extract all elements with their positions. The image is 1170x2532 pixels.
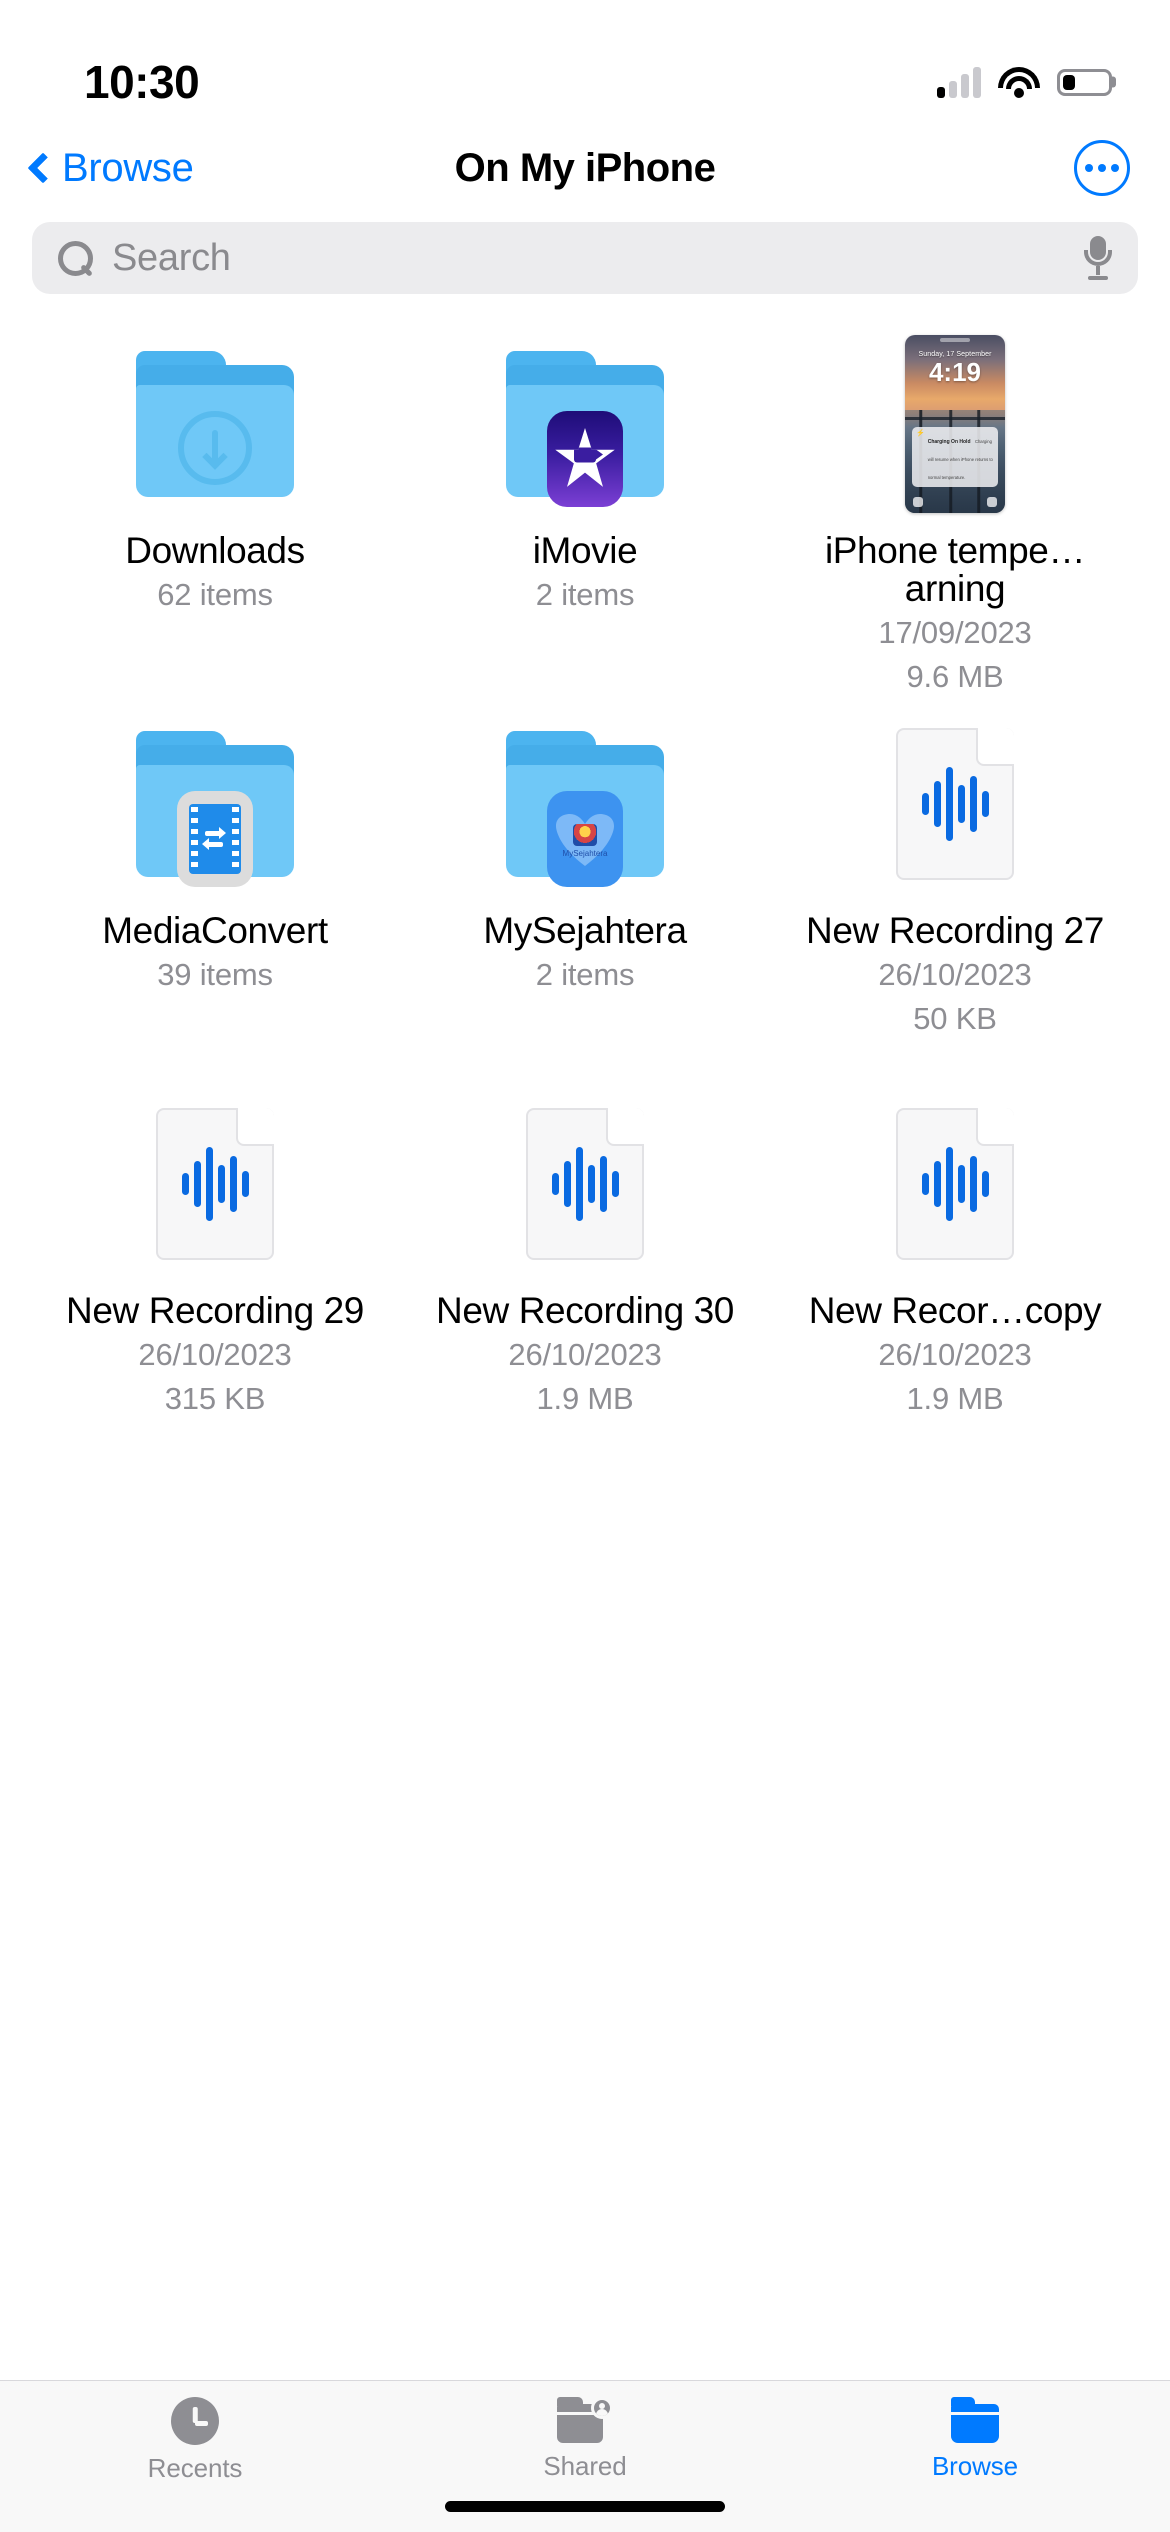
tab-recents[interactable]: Recents	[0, 2397, 390, 2484]
ellipsis-dot	[1085, 164, 1093, 172]
search-bar-container: Search	[0, 216, 1170, 294]
grid-item-filesize: 315 KB	[164, 1380, 266, 1416]
flashlight-icon	[913, 497, 923, 507]
grid-item-name: New Recording 29	[66, 1290, 364, 1331]
tab-shared[interactable]: Shared	[390, 2397, 780, 2482]
grid-item-subtitle: 39 items	[157, 957, 273, 993]
page-fold-corner	[606, 1108, 644, 1146]
tab-label: Recents	[147, 2453, 243, 2483]
grid-item-subtitle: 26/10/2023	[878, 1337, 1032, 1373]
battery-icon	[1057, 68, 1112, 96]
microphone-icon[interactable]	[1084, 236, 1112, 280]
grid-item-filesize: 50 KB	[913, 1000, 997, 1036]
grid-item-new-recording-27[interactable]: New Recording 27 26/10/2023 50 KB	[770, 714, 1140, 1094]
navigation-bar: Browse On My iPhone	[0, 120, 1170, 216]
status-bar-time: 10:30	[84, 56, 200, 108]
page-fold-corner	[236, 1108, 274, 1146]
grid-item-subtitle: 26/10/2023	[508, 1337, 662, 1373]
back-button-label: Browse	[62, 145, 194, 190]
search-icon	[58, 241, 93, 276]
ellipsis-dot	[1111, 164, 1119, 172]
back-button[interactable]: Browse	[24, 146, 194, 191]
cellular-signal-icon	[937, 66, 981, 98]
grid-item-downloads[interactable]: Downloads 62 items	[30, 334, 400, 714]
grid-item-name: New Recording 30	[436, 1290, 734, 1331]
grid-item-subtitle: 17/09/2023	[878, 615, 1032, 651]
malaysia-emblem-icon	[573, 824, 597, 846]
folder-mediaconvert-icon	[30, 714, 400, 894]
search-input[interactable]: Search	[32, 222, 1138, 294]
download-arrow-icon	[178, 411, 252, 485]
waveform-icon	[181, 1144, 249, 1224]
tab-browse[interactable]: Browse	[780, 2397, 1170, 2482]
status-bar-indicators	[937, 66, 1112, 98]
waveform-icon	[921, 764, 989, 844]
grid-item-imovie[interactable]: iMovie 2 items	[400, 334, 770, 714]
audio-file-icon	[770, 714, 1140, 894]
page-fold-corner	[976, 1108, 1014, 1146]
audio-file-icon	[770, 1094, 1140, 1274]
file-grid: Downloads 62 items iMovie 2 items Sunday…	[0, 294, 1170, 2380]
audio-file-icon	[400, 1094, 770, 1274]
grid-item-filesize: 9.6 MB	[906, 659, 1004, 695]
ellipsis-dot	[1098, 164, 1106, 172]
grid-item-subtitle: 26/10/2023	[138, 1337, 292, 1373]
tab-label: Browse	[931, 2451, 1019, 2481]
screenshot-thumbnail: Sunday, 17 September 4:19 ⚡ Charging On …	[770, 334, 1140, 514]
grid-item-name: iMovie	[532, 530, 638, 571]
folder-icon	[951, 2397, 999, 2443]
waveform-icon	[551, 1144, 619, 1224]
status-bar: 10:30	[0, 0, 1170, 120]
folder-downloads-icon	[30, 334, 400, 514]
grid-item-iphone-temperature-warning[interactable]: Sunday, 17 September 4:19 ⚡ Charging On …	[770, 334, 1140, 714]
bolt-icon: ⚡	[916, 430, 925, 437]
files-app-screen: 10:30 Browse On My iPhone Search Downloa…	[0, 0, 1170, 2532]
grid-item-name: iPhone tempe…arning	[824, 530, 1086, 610]
grid-item-name: MediaConvert	[102, 910, 328, 951]
waveform-icon	[921, 1144, 989, 1224]
more-options-button[interactable]	[1074, 140, 1130, 196]
imovie-app-icon	[547, 411, 623, 507]
notification-body: Charging will resume when iPhone returns…	[927, 439, 993, 480]
audio-file-icon	[30, 1094, 400, 1274]
grid-item-new-recording-30[interactable]: New Recording 30 26/10/2023 1.9 MB	[400, 1094, 770, 1474]
refresh-arrows-icon	[202, 826, 228, 852]
tab-label: Shared	[543, 2451, 627, 2481]
chevron-left-icon	[27, 152, 59, 184]
wifi-icon	[998, 66, 1040, 98]
grid-item-subtitle: 2 items	[535, 577, 635, 613]
grid-item-filesize: 1.9 MB	[906, 1380, 1004, 1416]
grid-item-mysejahtera[interactable]: MySejahtera MySejahtera 2 items	[400, 714, 770, 1094]
grid-item-filesize: 1.9 MB	[536, 1380, 634, 1416]
search-placeholder: Search	[112, 236, 231, 279]
app-icon-label: MySejahtera	[562, 849, 608, 858]
grid-item-name: New Recor…copy	[808, 1290, 1102, 1331]
mediaconvert-app-icon	[177, 791, 253, 887]
home-indicator[interactable]	[445, 2501, 725, 2512]
grid-item-new-recording-29[interactable]: New Recording 29 26/10/2023 315 KB	[30, 1094, 400, 1474]
mysejahtera-app-icon: MySejahtera	[547, 791, 623, 887]
grid-item-name: MySejahtera	[483, 910, 687, 951]
lockscreen-notification: ⚡ Charging On Hold Charging will resume …	[912, 427, 998, 487]
page-fold-corner	[976, 728, 1014, 766]
grid-item-subtitle: 62 items	[157, 577, 273, 613]
grid-item-mediaconvert[interactable]: MediaConvert 39 items	[30, 714, 400, 1094]
folder-imovie-icon	[400, 334, 770, 514]
grid-item-subtitle: 2 items	[535, 957, 635, 993]
grid-item-subtitle: 26/10/2023	[878, 957, 1032, 993]
heart-icon: MySejahtera	[556, 810, 614, 868]
notification-title: Charging On Hold	[927, 439, 971, 445]
grid-item-name: Downloads	[125, 530, 305, 571]
clock-icon	[171, 2397, 219, 2445]
shared-folder-icon	[557, 2397, 613, 2443]
lockscreen-time: 4:19	[928, 357, 982, 387]
camera-icon	[987, 497, 997, 507]
grid-item-new-recording-copy[interactable]: New Recor…copy 26/10/2023 1.9 MB	[770, 1094, 1140, 1474]
folder-mysejahtera-icon: MySejahtera	[400, 714, 770, 894]
grid-item-name: New Recording 27	[806, 910, 1104, 951]
